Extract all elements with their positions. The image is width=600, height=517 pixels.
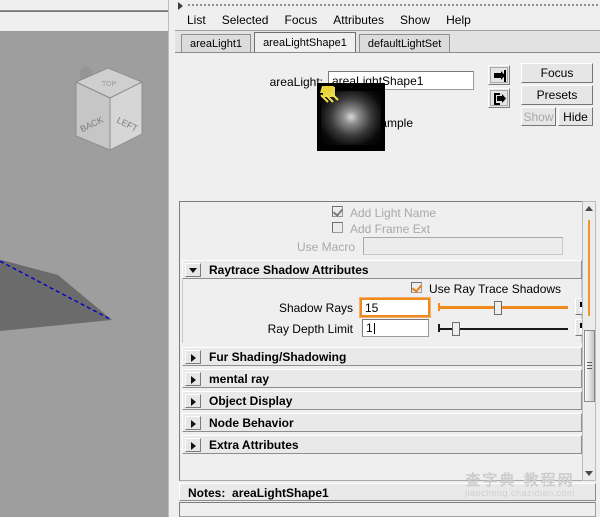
shadow-rays-input[interactable]: 15 [359, 297, 431, 318]
panel-drag-grip[interactable] [175, 0, 600, 11]
shadow-rays-label: Shadow Rays [278, 301, 353, 315]
grip-dots-icon [187, 3, 598, 8]
view-cube: BACK LEFT TOP [74, 67, 144, 151]
focus-button[interactable]: Focus [521, 63, 593, 83]
scrollbar-grip-icon [587, 362, 592, 369]
use-ray-trace-shadows-label: Use Ray Trace Shadows [429, 282, 562, 296]
use-ray-trace-shadows-row: Use Ray Trace Shadows [183, 279, 581, 297]
add-frame-ext-checkbox[interactable] [332, 222, 343, 233]
text-caret [373, 323, 375, 334]
section-title-object-display: Object Display [209, 394, 293, 408]
node-header-section: areaLight: areaLightShape1 Focus Presets… [175, 53, 600, 201]
section-title-fur: Fur Shading/Shadowing [209, 350, 347, 364]
shadow-rays-row: Shadow Rays 15 [183, 297, 584, 318]
ray-depth-limit-label: Ray Depth Limit [267, 322, 353, 336]
scene-geometry: BACK LEFT TOP [0, 65, 144, 332]
node-tab-bar: areaLight1 areaLightShape1 defaultLightS… [175, 31, 600, 53]
menu-focus[interactable]: Focus [279, 11, 325, 30]
attribute-scroll-content: Add Scene Name Add Light Name Add Frame … [180, 202, 584, 454]
notes-bar: Notes: areaLightShape1 [179, 483, 596, 501]
unload-attributes-icon-button[interactable] [488, 88, 510, 108]
scroll-down-arrow-icon[interactable] [583, 467, 595, 480]
attribute-editor-body: areaLight: areaLightShape1 Focus Presets… [175, 53, 600, 517]
menu-selected[interactable]: Selected [216, 11, 276, 30]
section-title-raytrace: Raytrace Shadow Attributes [209, 263, 369, 277]
viewport-menubar-strip [0, 12, 168, 32]
maya-attribute-editor-screen: BACK LEFT TOP List Selected Focus Attrib… [0, 0, 600, 517]
chevron-right-icon[interactable] [185, 438, 201, 452]
show-button[interactable]: Show [521, 107, 556, 126]
ray-depth-limit-slider-handle[interactable] [452, 322, 460, 336]
attribute-editor-panel: List Selected Focus Attributes Show Help… [175, 0, 600, 517]
shadow-rays-slider[interactable] [438, 299, 568, 316]
section-header-mental-ray[interactable]: mental ray [182, 369, 582, 388]
use-macro-label: Use Macro [296, 240, 355, 254]
unload-attributes-icon [494, 93, 506, 105]
use-macro-input[interactable] [363, 237, 563, 255]
menu-bar: List Selected Focus Attributes Show Help [175, 11, 600, 32]
section-title-node-behavior: Node Behavior [209, 416, 294, 430]
ray-depth-limit-input[interactable]: 1 [362, 319, 429, 337]
add-frame-ext-label: Add Frame Ext [350, 222, 431, 236]
attribute-scroll-area: Add Scene Name Add Light Name Add Frame … [179, 201, 585, 481]
add-light-name-checkbox[interactable] [332, 206, 343, 217]
ray-depth-limit-slider[interactable] [438, 320, 568, 337]
load-attributes-icon [494, 70, 506, 82]
use-ray-trace-shadows-checkbox[interactable] [411, 282, 422, 293]
load-attributes-icon-button[interactable] [488, 65, 510, 85]
section-header-extra-attributes[interactable]: Extra Attributes [182, 435, 582, 454]
light-bulb-icon [320, 86, 339, 103]
chevron-right-icon[interactable] [185, 394, 201, 408]
shadow-rays-slider-handle[interactable] [494, 301, 502, 315]
ray-depth-limit-value: 1 [366, 321, 373, 335]
scroll-up-arrow-icon[interactable] [583, 202, 595, 215]
notes-target: areaLightShape1 [232, 486, 329, 500]
section-header-node-behavior[interactable]: Node Behavior [182, 413, 582, 432]
menu-attributes[interactable]: Attributes [327, 11, 391, 30]
tab-arealightshape1[interactable]: areaLightShape1 [254, 32, 356, 52]
menu-show[interactable]: Show [394, 11, 437, 30]
raytrace-section-body: Use Ray Trace Shadows Shadow Rays 15 Ray… [182, 279, 584, 343]
chevron-right-icon[interactable] [185, 416, 201, 430]
attribute-scrollbar[interactable] [582, 201, 596, 481]
add-light-name-label: Add Light Name [350, 206, 437, 220]
viewport-panel: BACK LEFT TOP [0, 0, 168, 517]
ray-depth-limit-row: Ray Depth Limit 1 [183, 318, 584, 339]
section-title-extra-attributes: Extra Attributes [209, 438, 299, 452]
intensity-sample-swatch[interactable] [317, 83, 385, 151]
notes-label-text: Notes: [188, 486, 226, 500]
viewport-3d[interactable]: BACK LEFT TOP [0, 32, 168, 517]
use-macro-row: Use Macro [180, 236, 584, 258]
presets-button[interactable]: Presets [521, 85, 593, 105]
collapse-arrow-icon[interactable] [178, 2, 183, 10]
scrollbar-thumb[interactable] [584, 330, 595, 402]
viewport-toolbar [0, 0, 168, 10]
menu-list[interactable]: List [181, 11, 213, 30]
tab-arealight1[interactable]: areaLight1 [181, 34, 251, 52]
section-header-raytrace-shadow-attributes[interactable]: Raytrace Shadow Attributes [182, 260, 582, 279]
checkbox-row-add-frame-ext: Add Frame Ext [180, 220, 584, 236]
viewcube-face-top: TOP [102, 81, 117, 88]
chevron-down-icon[interactable] [185, 263, 201, 277]
hide-button[interactable]: Hide [558, 107, 593, 126]
shadow-rays-slider-track [438, 306, 568, 309]
notes-input[interactable] [179, 502, 596, 517]
checkbox-row-add-light-name: Add Light Name [180, 204, 584, 220]
chevron-right-icon[interactable] [185, 372, 201, 386]
section-header-object-display[interactable]: Object Display [182, 391, 582, 410]
section-header-fur-shading-shadowing[interactable]: Fur Shading/Shadowing [182, 347, 582, 366]
section-title-mental-ray: mental ray [209, 372, 270, 386]
notes-label: Notes: areaLightShape1 [188, 486, 329, 500]
tab-defaultlightset[interactable]: defaultLightSet [358, 34, 451, 52]
node-type-label: areaLight: [269, 75, 323, 89]
scrollbar-position-indicator [588, 220, 590, 316]
menu-help[interactable]: Help [440, 11, 478, 30]
chevron-right-icon[interactable] [185, 350, 201, 364]
